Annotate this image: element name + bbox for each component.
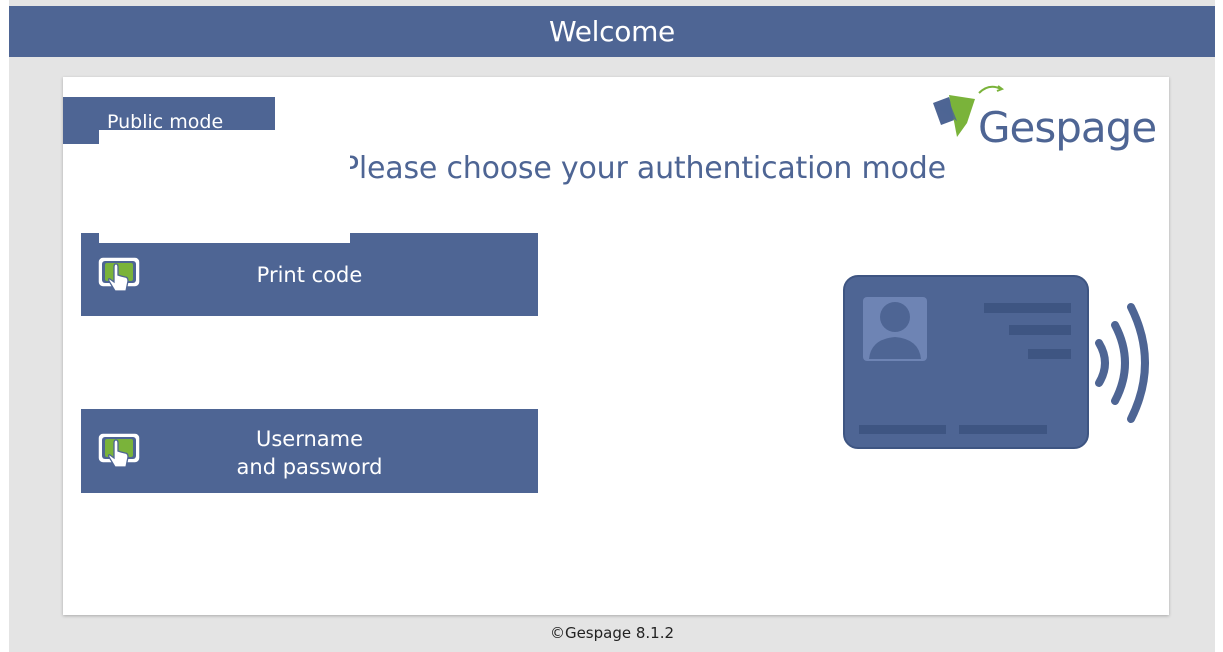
app-frame: Welcome Public mode Please choose your a… (9, 0, 1215, 652)
mode-label: Public mode (107, 111, 224, 133)
header-title: Welcome (549, 15, 675, 48)
print-code-label: Print code (81, 261, 538, 289)
print-code-text: Print code (256, 263, 363, 287)
version-footer: ©Gespage 8.1.2 (9, 624, 1215, 642)
page-title: Please choose your authentication mode (341, 151, 946, 186)
contactless-card-icon (843, 275, 1149, 449)
redaction-overlay (99, 130, 350, 243)
footer-text: ©Gespage 8.1.2 (549, 624, 675, 642)
username-password-button[interactable]: Username and password (81, 409, 538, 493)
welcome-header: Welcome (9, 6, 1215, 57)
logo-text: Gespage (978, 103, 1157, 152)
gespage-logo: Gespage (927, 81, 1167, 167)
main-card: Public mode Please choose your authentic… (63, 77, 1169, 615)
username-text: Username (255, 427, 364, 451)
print-code-button[interactable]: Print code (81, 233, 538, 316)
password-text: and password (236, 455, 383, 479)
username-password-label: Username and password (81, 425, 538, 481)
